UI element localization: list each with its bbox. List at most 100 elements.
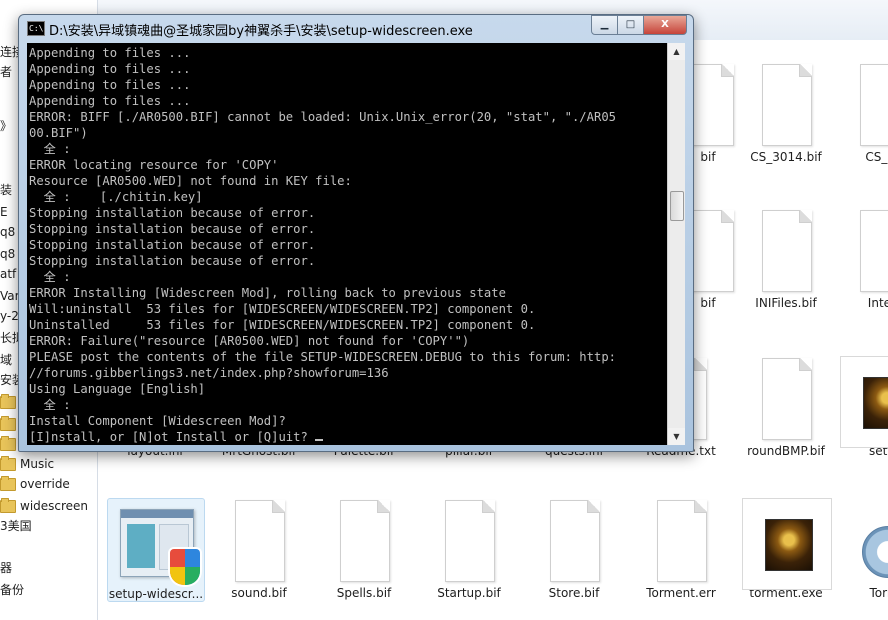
console-line: Appending to files ... xyxy=(29,78,191,92)
nav-item[interactable]: 域 xyxy=(0,350,12,370)
file-item[interactable]: Spells.bif xyxy=(316,498,412,600)
console-line: [I]nstall, or [N]ot Install or [Q]uit? xyxy=(29,430,316,444)
console-line: ERROR locating resource for 'COPY' xyxy=(29,158,279,172)
file-item[interactable]: CS_3014.bif xyxy=(738,62,834,164)
image-thumbnail-icon xyxy=(742,498,832,590)
file-item[interactable]: INIFiles.bif xyxy=(738,208,834,310)
console-line: PLEASE post the contents of the file SET… xyxy=(29,350,616,364)
nav-item[interactable]: 装 xyxy=(0,180,12,200)
console-line: Install Component [Widescreen Mod]? xyxy=(29,414,286,428)
document-icon xyxy=(754,208,818,292)
nav-item[interactable]: override xyxy=(0,474,70,494)
nav-item[interactable]: 者 xyxy=(0,62,12,82)
file-item[interactable]: setfo xyxy=(836,356,888,458)
file-name: Torm xyxy=(869,586,888,600)
file-item[interactable]: sound.bif xyxy=(211,498,307,600)
file-item[interactable]: Torment.err xyxy=(633,498,729,600)
nav-item[interactable]: 3美国 xyxy=(0,516,32,536)
console-line: //forums.gibberlings3.net/index.php?show… xyxy=(29,366,389,380)
nav-item[interactable]: atf xyxy=(0,264,16,284)
document-icon xyxy=(227,498,291,582)
file-name: roundBMP.bif xyxy=(747,444,825,458)
document-icon xyxy=(852,62,888,146)
console-line: 全 : xyxy=(29,398,71,412)
console-app-icon[interactable] xyxy=(27,21,45,36)
file-name: setup-widescr... xyxy=(108,587,204,601)
console-line: 全 : xyxy=(29,270,71,284)
console-line: Will:uninstall 53 files for [WIDESCREEN/… xyxy=(29,302,536,316)
nav-item-label: 者 xyxy=(0,65,13,79)
nav-item-label: 器 xyxy=(0,561,13,575)
console-scrollbar[interactable]: ▲ ▼ xyxy=(667,43,685,445)
document-icon xyxy=(437,498,501,582)
nav-item-label: atf xyxy=(0,267,17,281)
console-line: Stopping installation because of error. xyxy=(29,222,316,236)
document-icon xyxy=(852,208,888,292)
close-button[interactable]: X xyxy=(644,15,687,35)
console-text: Appending to files ... Appending to file… xyxy=(29,45,667,445)
document-icon xyxy=(754,62,818,146)
file-name: Interf xyxy=(867,296,888,310)
nav-item[interactable]: Music xyxy=(0,454,54,474)
nav-item-label: 3美国 xyxy=(0,519,32,533)
file-name: Torment.err xyxy=(646,586,716,600)
console-line: ERROR: BIFF [./AR0500.BIF] cannot be loa… xyxy=(29,110,616,124)
folder-icon xyxy=(0,455,16,471)
console-line: Using Language [English] xyxy=(29,382,206,396)
nav-item[interactable]: q8 xyxy=(0,222,15,242)
console-line: 00.BIF") xyxy=(29,126,88,140)
nav-item-label: widescreen xyxy=(20,499,89,513)
file-name: sound.bif xyxy=(231,586,287,600)
file-name: Store.bif xyxy=(548,586,600,600)
file-item[interactable]: CS_30 xyxy=(836,62,888,164)
file-item[interactable]: roundBMP.bif xyxy=(738,356,834,458)
file-name: Startup.bif xyxy=(437,586,501,600)
file-name: CS_30 xyxy=(865,150,888,164)
gear-icon xyxy=(852,498,888,580)
console-window[interactable]: D:\安装\异域镇魂曲@圣城家园by神翼杀手\安装\setup-widescre… xyxy=(18,14,694,452)
file-item[interactable]: Torm xyxy=(836,498,888,600)
nav-item-label: Music xyxy=(20,457,55,471)
nav-item[interactable]: 备份 xyxy=(0,580,24,600)
console-line: ERROR: Failure("resource [AR0500.WED] no… xyxy=(29,334,470,348)
nav-item-label: 域 xyxy=(0,353,13,367)
console-line: Stopping installation because of error. xyxy=(29,206,316,220)
nav-item-label: q8 xyxy=(0,247,16,261)
maximize-button[interactable]: □ xyxy=(618,15,644,35)
document-icon xyxy=(332,498,396,582)
nav-item-label: q8 xyxy=(0,225,16,239)
scroll-down-arrow-icon[interactable]: ▼ xyxy=(668,428,685,445)
console-output[interactable]: Appending to files ... Appending to file… xyxy=(27,43,685,445)
console-title: D:\安装\异域镇魂曲@圣城家园by神翼杀手\安装\setup-widescre… xyxy=(49,24,473,39)
console-titlebar[interactable]: D:\安装\异域镇魂曲@圣城家园by神翼杀手\安装\setup-widescre… xyxy=(19,15,693,41)
minimize-button[interactable]: ▁ xyxy=(591,15,618,35)
file-name: INIFiles.bif xyxy=(755,296,817,310)
console-line: Stopping installation because of error. xyxy=(29,254,316,268)
folder-icon xyxy=(0,475,16,491)
file-item[interactable]: Startup.bif xyxy=(421,498,517,600)
nav-item[interactable]: E xyxy=(0,202,8,222)
document-icon xyxy=(754,356,818,440)
nav-item-label: 备份 xyxy=(0,583,25,597)
folder-icon xyxy=(0,415,16,431)
file-item[interactable]: Interf xyxy=(836,208,888,310)
nav-item[interactable]: 》 xyxy=(0,116,12,136)
file-item[interactable]: Store.bif xyxy=(526,498,622,600)
console-line: Appending to files ... xyxy=(29,94,191,108)
scroll-thumb[interactable] xyxy=(670,191,684,221)
folder-icon xyxy=(0,393,16,409)
nav-item-label: 装 xyxy=(0,183,13,197)
nav-item[interactable]: 器 xyxy=(0,558,12,578)
file-item[interactable]: setup-widescr... xyxy=(107,498,205,602)
folder-icon xyxy=(0,435,16,451)
nav-item-label: E xyxy=(0,205,8,219)
nav-item-label: override xyxy=(20,477,70,491)
window-controls: ▁ □ X xyxy=(591,15,687,35)
scroll-up-arrow-icon[interactable]: ▲ xyxy=(668,43,685,60)
nav-item[interactable]: widescreen xyxy=(0,496,88,516)
nav-item[interactable]: q8 xyxy=(0,244,15,264)
console-line: Resource [AR0500.WED] not found in KEY f… xyxy=(29,174,352,188)
console-line: ERROR Installing [Widescreen Mod], rolli… xyxy=(29,286,506,300)
file-item[interactable]: torment.exe xyxy=(738,498,834,600)
image-thumbnail-icon xyxy=(840,356,888,448)
